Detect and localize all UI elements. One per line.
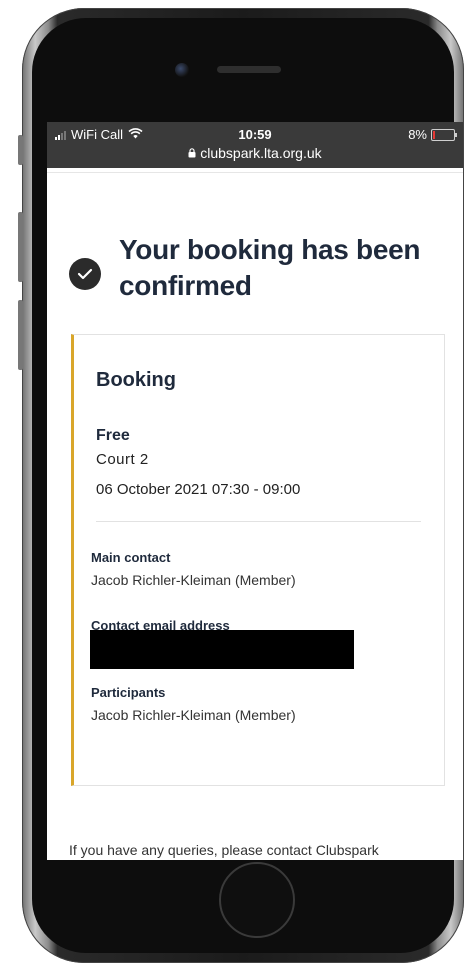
participants-label: Participants <box>91 685 166 700</box>
clock: 10:59 <box>238 127 272 142</box>
main-contact-label: Main contact <box>91 550 171 565</box>
card-divider <box>96 521 421 522</box>
battery-icon <box>431 128 457 141</box>
earpiece-speaker <box>217 66 281 73</box>
footer-text: If you have any queries, please contact … <box>69 842 379 858</box>
page-title: Your booking has been confirmed <box>119 234 421 301</box>
header-divider <box>47 172 463 173</box>
home-button[interactable] <box>219 862 295 938</box>
battery-level <box>433 130 435 139</box>
status-right: 8% <box>408 127 457 142</box>
booking-datetime: 06 October 2021 07:30 - 09:00 <box>96 481 301 498</box>
booking-price: Free <box>96 427 130 444</box>
battery-percent: 8% <box>408 127 427 142</box>
volume-up-button <box>18 212 23 282</box>
card-title: Booking <box>96 369 176 391</box>
booking-court: Court 2 <box>96 451 149 468</box>
lock-icon <box>188 145 200 161</box>
participants-value: Jacob Richler-Kleiman (Member) <box>91 707 296 723</box>
main-contact-value: Jacob Richler-Kleiman (Member) <box>91 572 296 588</box>
url-text: clubspark.lta.org.uk <box>200 145 322 161</box>
address-bar[interactable]: clubspark.lta.org.uk <box>47 145 463 161</box>
status-bar: WiFi Call 10:59 clubspark.lta.org.uk 8% <box>47 122 463 168</box>
mute-switch <box>18 135 23 165</box>
volume-down-button <box>18 300 23 370</box>
check-circle-icon <box>69 258 101 290</box>
redacted-email <box>90 630 354 669</box>
screen: WiFi Call 10:59 clubspark.lta.org.uk 8% … <box>47 122 463 860</box>
front-camera <box>175 63 189 77</box>
